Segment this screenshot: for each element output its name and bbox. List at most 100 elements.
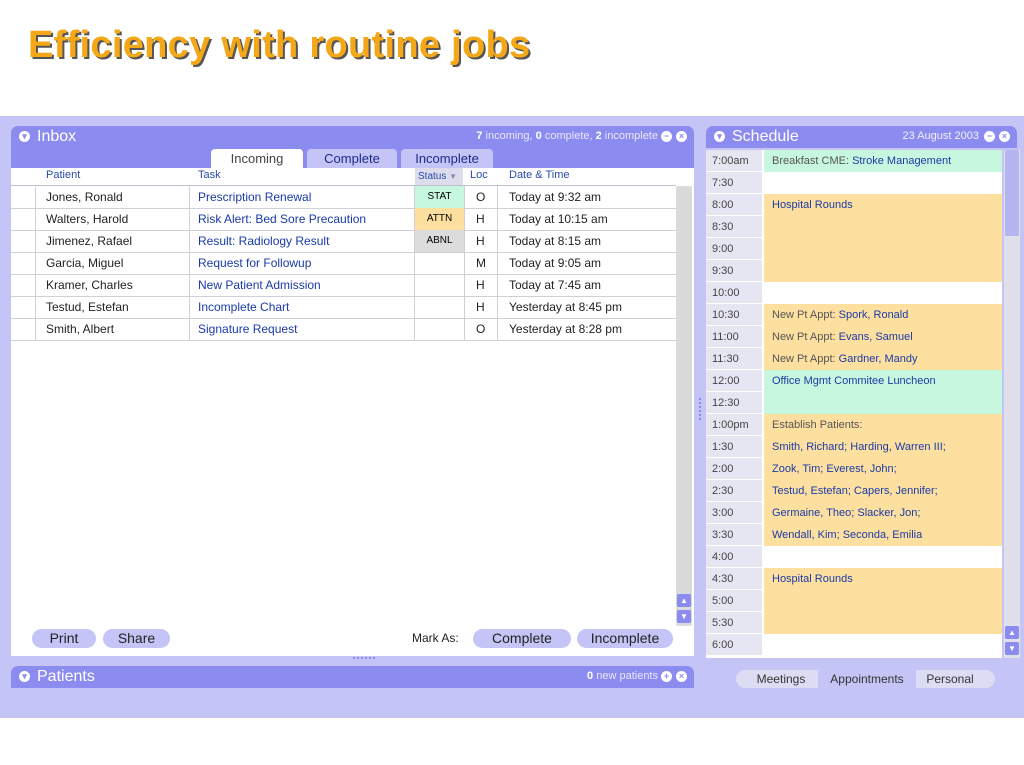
schedule-slot[interactable]: 9:00 <box>706 238 1002 260</box>
schedule-slot[interactable]: 10:00 <box>706 282 1002 304</box>
schedule-slot[interactable]: 8:30 <box>706 216 1002 238</box>
schedule-slot[interactable]: 6:00 <box>706 634 1002 656</box>
table-row[interactable]: Walters, Harold Risk Alert: Bed Sore Prec… <box>11 208 676 231</box>
slot-event[interactable] <box>764 282 1002 304</box>
tab-meetings[interactable]: Meetings <box>746 670 816 688</box>
slot-event[interactable]: Establish Patients: <box>764 414 1002 436</box>
slot-event[interactable]: Germaine, Theo; Slacker, Jon; <box>764 502 1002 524</box>
schedule-slot[interactable]: 7:00am Breakfast CME: Stroke Management <box>706 150 1002 172</box>
print-button[interactable]: Print <box>32 629 96 648</box>
slot-event[interactable]: Wendall, Kim; Seconda, Emilia <box>764 524 1002 546</box>
slot-event[interactable] <box>764 590 1002 612</box>
minus-circle-icon[interactable]: − <box>984 131 995 142</box>
slot-event[interactable] <box>764 392 1002 414</box>
slot-event[interactable]: New Pt Appt: Spork, Ronald <box>764 304 1002 326</box>
schedule-slot[interactable]: 12:30 <box>706 392 1002 414</box>
table-row[interactable]: Kramer, Charles New Patient Admission H Tod… <box>11 274 676 297</box>
schedule-slot[interactable]: 11:00 New Pt Appt: Evans, Samuel <box>706 326 1002 348</box>
scroll-up-icon[interactable]: ▲ <box>1005 626 1019 639</box>
table-row[interactable]: Garcia, Miguel Request for Followup M Today… <box>11 252 676 275</box>
event-name: Germaine, Theo; Slacker, Jon; <box>772 507 921 519</box>
patients-summary: 0 new patients <box>587 670 658 682</box>
minus-circle-icon[interactable]: − <box>661 131 672 142</box>
slot-event[interactable]: New Pt Appt: Gardner, Mandy <box>764 348 1002 370</box>
schedule-slot[interactable]: 8:00 Hospital Rounds <box>706 194 1002 216</box>
table-row[interactable]: Smith, Albert Signature Request O Yesterday… <box>11 318 676 341</box>
schedule-slot[interactable]: 12:00 Office Mgmt Commitee Luncheon <box>706 370 1002 392</box>
schedule-slot[interactable]: 3:00 Germaine, Theo; Slacker, Jon; <box>706 502 1002 524</box>
slot-event[interactable] <box>764 634 1002 656</box>
tab-appointments[interactable]: Appointments <box>818 670 916 688</box>
slot-event[interactable]: Hospital Rounds <box>764 194 1002 216</box>
collapse-circle-icon[interactable]: ▾ <box>19 671 30 682</box>
scroll-thumb[interactable] <box>1005 150 1019 236</box>
close-circle-icon[interactable]: × <box>676 131 687 142</box>
schedule-scrollbar[interactable] <box>1004 150 1020 658</box>
status-badge <box>415 296 464 318</box>
slot-event[interactable] <box>764 238 1002 260</box>
col-header-task[interactable]: Task <box>198 169 221 181</box>
tab-incoming[interactable]: Incoming <box>211 149 303 168</box>
slot-event[interactable] <box>764 260 1002 282</box>
slot-event[interactable]: New Pt Appt: Evans, Samuel <box>764 326 1002 348</box>
schedule-slot[interactable]: 7:30 <box>706 172 1002 194</box>
slot-event[interactable]: Smith, Richard; Harding, Warren III; <box>764 436 1002 458</box>
event-name: Hospital Rounds <box>772 573 853 585</box>
table-row[interactable]: Jones, Ronald Prescription Renewal O Today … <box>11 186 676 209</box>
slot-time: 11:00 <box>706 326 762 348</box>
close-circle-icon[interactable]: × <box>676 671 687 682</box>
mark-complete-button[interactable]: Complete <box>473 629 571 648</box>
collapse-circle-icon[interactable]: ▾ <box>714 131 725 142</box>
schedule-slot[interactable]: 1:30 Smith, Richard; Harding, Warren III; <box>706 436 1002 458</box>
schedule-slot[interactable]: 4:30 Hospital Rounds <box>706 568 1002 590</box>
share-button[interactable]: Share <box>103 629 170 648</box>
tab-incomplete[interactable]: Incomplete <box>401 149 493 168</box>
slot-event[interactable]: Office Mgmt Commitee Luncheon <box>764 370 1002 392</box>
schedule-slot[interactable]: 11:30 New Pt Appt: Gardner, Mandy <box>706 348 1002 370</box>
close-circle-icon[interactable]: × <box>999 131 1010 142</box>
resize-handle[interactable] <box>353 657 375 664</box>
schedule-slot[interactable]: 4:00 <box>706 546 1002 568</box>
slot-event[interactable]: Zook, Tim; Everest, John; <box>764 458 1002 480</box>
col-header-datetime[interactable]: Date & Time <box>509 169 570 181</box>
slot-event[interactable]: Breakfast CME: Stroke Management <box>764 150 1002 172</box>
col-header-loc[interactable]: Loc <box>470 169 488 181</box>
tab-personal[interactable]: Personal <box>918 670 982 688</box>
schedule-slot[interactable]: 1:00pm Establish Patients: <box>706 414 1002 436</box>
schedule-tabs: Meetings Appointments Personal <box>736 670 995 688</box>
slot-event[interactable] <box>764 216 1002 238</box>
schedule-slot[interactable]: 5:00 <box>706 590 1002 612</box>
table-row[interactable]: Testud, Estefan Incomplete Chart H Yesterda… <box>11 296 676 319</box>
schedule-slot[interactable]: 5:30 <box>706 612 1002 634</box>
schedule-slot[interactable]: 10:30 New Pt Appt: Spork, Ronald <box>706 304 1002 326</box>
slot-event[interactable] <box>764 546 1002 568</box>
schedule-slot[interactable]: 2:00 Zook, Tim; Everest, John; <box>706 458 1002 480</box>
mark-incomplete-button[interactable]: Incomplete <box>577 629 673 648</box>
collapse-circle-icon[interactable]: ▾ <box>19 131 30 142</box>
schedule-slot[interactable]: 9:30 <box>706 260 1002 282</box>
schedule-slot[interactable]: 3:30 Wendall, Kim; Seconda, Emilia <box>706 524 1002 546</box>
schedule-slot[interactable]: 2:30 Testud, Estefan; Capers, Jennifer; <box>706 480 1002 502</box>
plus-circle-icon[interactable]: + <box>661 671 672 682</box>
cell-loc: H <box>476 300 485 314</box>
slot-event[interactable] <box>764 612 1002 634</box>
table-row[interactable]: Jimenez, Rafael Result: Radiology Result H… <box>11 230 676 253</box>
col-header-patient[interactable]: Patient <box>46 169 80 181</box>
slot-event[interactable]: Hospital Rounds <box>764 568 1002 590</box>
status-badge: ABNL <box>415 230 464 252</box>
scroll-up-icon[interactable]: ▲ <box>677 594 691 607</box>
scroll-down-icon[interactable]: ▼ <box>677 610 691 623</box>
inbox-scrollbar[interactable] <box>676 186 692 626</box>
scroll-down-icon[interactable]: ▼ <box>1005 642 1019 655</box>
col-header-status[interactable]: Status ▼ <box>415 168 463 185</box>
slot-event[interactable]: Testud, Estefan; Capers, Jennifer; <box>764 480 1002 502</box>
cell-datetime: Today at 7:45 am <box>509 278 602 292</box>
tab-complete[interactable]: Complete <box>307 149 397 168</box>
slot-event[interactable] <box>764 172 1002 194</box>
cell-datetime: Today at 9:32 am <box>509 190 602 204</box>
col-divider <box>414 186 415 340</box>
schedule-date: 23 August 2003 <box>902 130 979 142</box>
slot-time: 8:00 <box>706 194 762 216</box>
schedule-header: ▾ Schedule 23 August 2003 − × <box>706 126 1017 148</box>
resize-handle[interactable] <box>699 398 706 420</box>
